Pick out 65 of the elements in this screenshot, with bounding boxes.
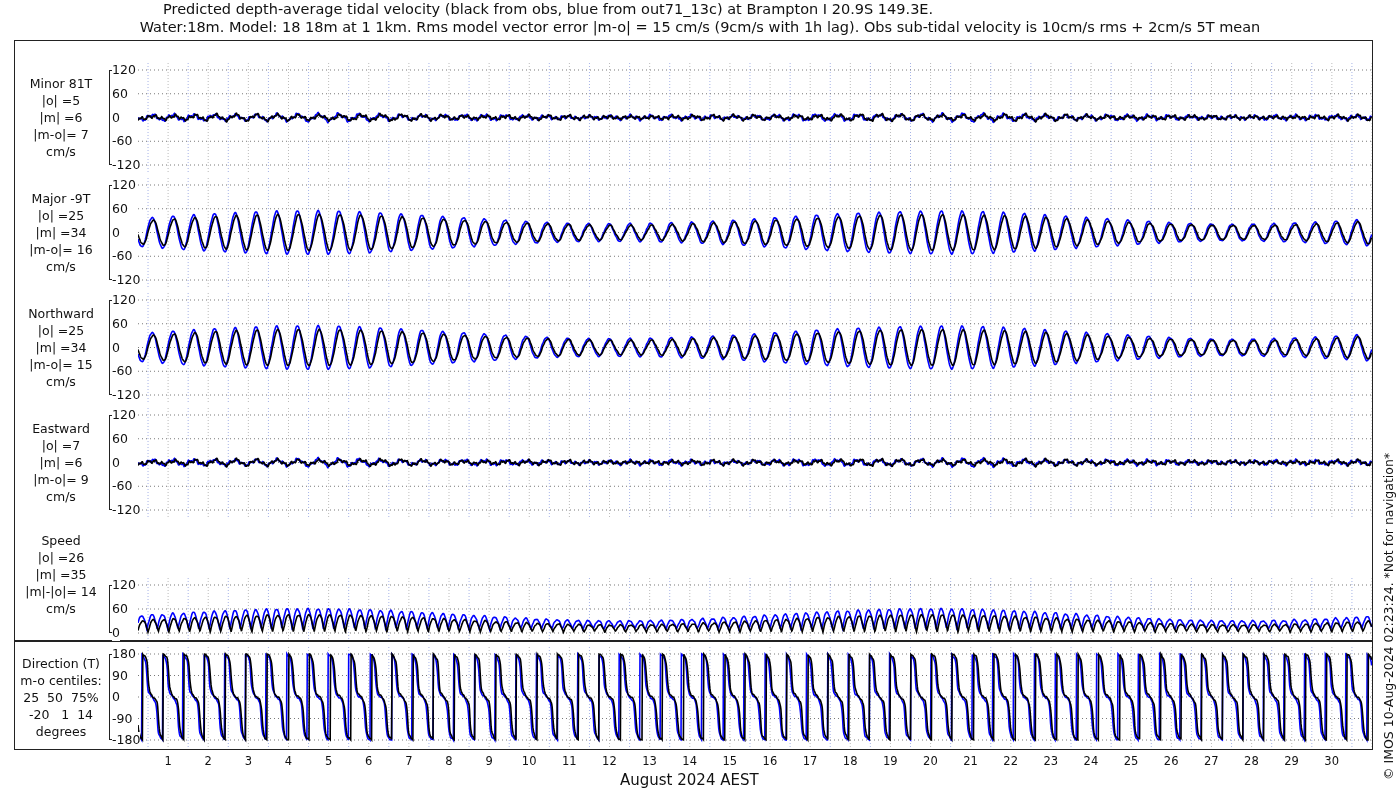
day-tick-label: 20 xyxy=(922,754,939,768)
day-tick-label: 17 xyxy=(801,754,819,768)
panel-label-line: Major -9T xyxy=(31,190,91,207)
panel-label-line: |o| =5 xyxy=(41,92,81,109)
panel-label-line: |m| =34 xyxy=(35,339,87,356)
axis-tick-label: 0 xyxy=(112,625,120,641)
panel-label-line: |m| =35 xyxy=(35,566,87,583)
panel-label-line: |m| =34 xyxy=(35,224,87,241)
panel-label-line: cm/s xyxy=(46,600,76,617)
panel-label-line: |o| =25 xyxy=(37,322,85,339)
day-tick-label: 25 xyxy=(1122,754,1140,768)
day-tick-label: 16 xyxy=(761,754,779,768)
chart-title: Predicted depth-average tidal velocity (black from obs, blue from out71_13c) at Brampton I 20.9S 149.3E. xyxy=(162,0,935,18)
day-tick-label: 15 xyxy=(721,754,739,768)
panel-label-line: Speed xyxy=(41,532,81,549)
credit-text: © IMOS 10-Aug-2024 02:23:24. *Not for navigation* xyxy=(1381,452,1396,780)
day-tick-label: 30 xyxy=(1323,754,1340,768)
panel-label-line: |m-o|= 16 xyxy=(29,241,93,258)
panel-label-line: -20 1 14 xyxy=(28,705,94,723)
day-tick-label: 4 xyxy=(283,754,294,768)
day-tick-label: 23 xyxy=(1042,754,1060,768)
panel-label-line: Northward xyxy=(28,305,94,322)
panel-label-line: cm/s xyxy=(46,373,76,390)
panel-label-line: Minor 81T xyxy=(29,75,93,92)
day-tick-label: 18 xyxy=(841,754,859,768)
day-tick-label: 6 xyxy=(364,754,374,768)
panel-label-line: Eastward xyxy=(32,420,90,437)
panel-label-line: |m| =6 xyxy=(39,454,83,471)
panel-label-line: degrees xyxy=(35,722,87,740)
day-tick-label: 3 xyxy=(243,754,253,768)
day-tick-label: 29 xyxy=(1283,754,1300,768)
day-tick-label: 5 xyxy=(323,754,334,768)
day-tick-label: 12 xyxy=(601,754,618,768)
panel-label-line: cm/s xyxy=(46,143,76,160)
panel-label-line: |m-o|= 7 xyxy=(33,126,89,143)
panel-label-line: m-o centiles: xyxy=(20,671,102,689)
day-tick-label: 10 xyxy=(520,754,538,768)
panel-label-line: 25 50 75% xyxy=(23,688,99,706)
day-tick-label: 22 xyxy=(1002,754,1019,768)
day-tick-label: 21 xyxy=(962,754,979,768)
panel-label-line: |o| =25 xyxy=(37,207,85,224)
day-tick-label: 11 xyxy=(561,754,578,768)
panel-label-line: cm/s xyxy=(46,258,76,275)
day-tick-label: 7 xyxy=(404,754,414,768)
panel-label-line: |m-o|= 15 xyxy=(29,356,93,373)
panel-label-line: |o| =26 xyxy=(37,549,85,566)
day-tick-label: 9 xyxy=(484,754,494,768)
day-tick-label: 14 xyxy=(681,754,698,768)
day-tick-label: 24 xyxy=(1082,754,1100,768)
day-tick-label: 19 xyxy=(882,754,899,768)
day-tick-label: 27 xyxy=(1203,754,1220,768)
panel-label-line: Direction (T) xyxy=(22,654,100,672)
x-axis-label: August 2024 AEST xyxy=(620,772,759,788)
day-tick-label: 1 xyxy=(163,754,173,768)
panel-label-line: |o| =7 xyxy=(41,437,81,454)
panel-label-line: cm/s xyxy=(46,488,76,505)
day-tick-label: 8 xyxy=(444,754,454,768)
panel-label-line: |m-o|= 9 xyxy=(33,471,89,488)
panel-label-line: |m| =6 xyxy=(39,109,83,126)
day-tick-label: 26 xyxy=(1162,754,1180,768)
day-tick-label: 2 xyxy=(203,754,213,768)
panel-label-line: |m|-|o|= 14 xyxy=(25,583,97,600)
day-tick-label: 28 xyxy=(1243,754,1260,768)
chart-subtitle: Water:18m. Model: 18 18m at 1 1km. Rms model vector error |m-o| = 15 cm/s (9cm/s with 1h lag). Obs sub-tidal velocity is 10cm/s rms + 2cm/s 5T mean xyxy=(138,18,1262,36)
day-tick-label: 13 xyxy=(641,754,658,768)
